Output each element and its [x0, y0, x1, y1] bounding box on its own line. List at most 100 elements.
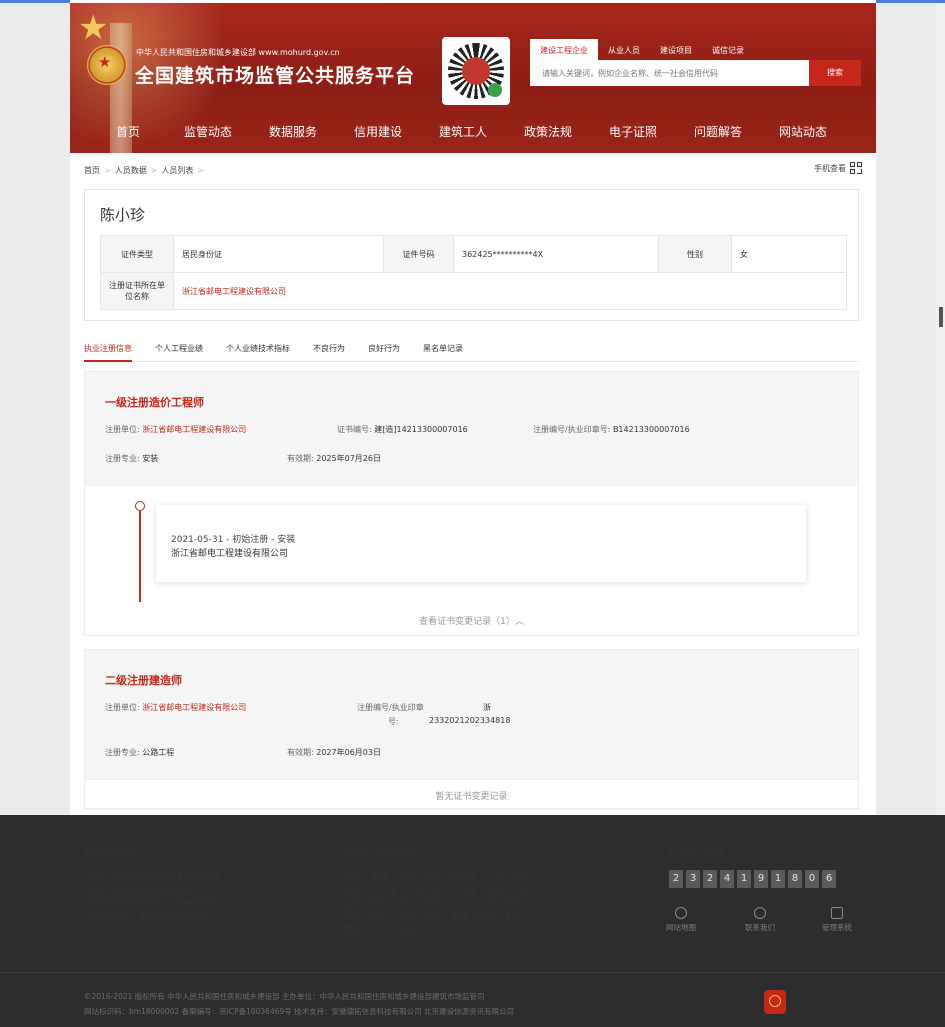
scrollbar[interactable]: [936, 3, 945, 815]
tab-registration[interactable]: 执业注册信息: [84, 343, 132, 362]
site-title[interactable]: 全国建筑市场监管公共服务平台: [135, 61, 415, 88]
footer-provinces-title: 各省级一体化平台: [343, 849, 416, 859]
counter-digit: 2: [669, 870, 683, 888]
counter-digit: 3: [686, 870, 700, 888]
nav-workers[interactable]: 建筑工人: [423, 123, 503, 140]
visit-counter: 2 3 2 4 1 9 1 8 0 6: [669, 870, 839, 888]
nav-faq[interactable]: 问题解答: [678, 123, 758, 140]
footer-link[interactable]: 住房和城乡建设部执业资格注册中心: [84, 896, 228, 909]
footer-link[interactable]: 中华人民共和国住房和城乡建设部: [84, 870, 228, 883]
id-type-value: 居民身份证: [173, 235, 384, 273]
tab-projects[interactable]: 个人工程业绩: [155, 343, 203, 361]
search-input[interactable]: [530, 60, 809, 86]
tab-good-behavior[interactable]: 良好行为: [368, 343, 400, 361]
province-line[interactable]: 北京 / 天津 / 河北 / 山西 / 内蒙古 / 辽宁 / 吉林: [343, 870, 531, 883]
admin-system-link[interactable]: 管理系统: [822, 907, 852, 933]
cert-valid: 有效期: 2027年06月03日: [287, 748, 381, 757]
footer-nav-title: 相关网站导航: [84, 849, 139, 859]
unit-link[interactable]: 浙江省邮电工程建设有限公司: [173, 272, 847, 310]
cert-major: 注册专业: 安装: [105, 454, 159, 463]
counter-digit: 1: [771, 870, 785, 888]
mobile-view-link[interactable]: 手机查看: [814, 162, 862, 174]
counter-digit: 9: [754, 870, 768, 888]
timeline-dot: [135, 501, 145, 511]
province-line[interactable]: 重庆 / 四川 / 贵州 / 云南 / 西藏 / 陕西 / 甘肃: [343, 909, 531, 922]
timeline-card: 2021-05-31 - 初始注册 - 安装 浙江省邮电工程建设有限公司: [156, 505, 806, 582]
nav-supervision[interactable]: 监管动态: [168, 123, 248, 140]
national-emblem-logo[interactable]: ★: [87, 45, 127, 85]
cert-block-cost-engineer: 一级注册造价工程师 注册单位: 浙江省邮电工程建设有限公司 证书编号: 建[造]…: [84, 371, 859, 636]
nav-policy[interactable]: 政策法规: [508, 123, 588, 140]
breadcrumb-home[interactable]: 首页: [84, 166, 100, 175]
timeline-line: [139, 511, 141, 602]
footer-visits-title: 网站访问数量: [669, 849, 724, 859]
table-row: 注册证书所在单位名称 浙江省邮电工程建设有限公司: [100, 272, 847, 310]
province-line[interactable]: 黑龙江 / 上海 / 江苏 / 浙江 / 安徽 / 福建 / 江西: [343, 883, 531, 896]
breadcrumb: 首页 > 人员数据 > 人员列表 >: [84, 166, 205, 175]
nav-e-license[interactable]: 电子证照: [593, 123, 673, 140]
cert-block-constructor: 二级注册建造师 注册单位: 浙江省邮电工程建设有限公司 注册编号/执业印章 号:…: [84, 649, 859, 809]
cert-reg-number: 注册编号/执业印章号: B14213300007016: [533, 425, 690, 434]
id-number-label: 证件号码: [383, 235, 454, 273]
province-line[interactable]: 青海 / 宁夏 / 新疆: [343, 922, 531, 935]
main-nav: 首页 监管动态 数据服务 信用建设 建筑工人 政策法规 电子证照 问题解答 网站…: [70, 123, 876, 140]
site-header: ★ ★ 中华人民共和国住房和城乡建设部 www.mohurd.gov.cn 全国…: [70, 3, 876, 153]
contact-link[interactable]: 联系我们: [745, 907, 775, 933]
footer-nav-links: 中华人民共和国住房和城乡建设部 国家工程建设标准化信息网 住房和城乡建设部执业资…: [84, 870, 228, 922]
cert-title: 一级注册造价工程师: [105, 396, 204, 409]
no-change-records: 暂无证书变更记录: [435, 792, 508, 802]
nav-credit[interactable]: 信用建设: [338, 123, 418, 140]
timeline-event: 2021-05-31 - 初始注册 - 安装: [171, 535, 296, 545]
id-type-label: 证件类型: [100, 235, 174, 273]
nav-home[interactable]: 首页: [98, 123, 158, 140]
cert-unit: 注册单位: 浙江省邮电工程建设有限公司: [105, 425, 247, 434]
view-change-records-button[interactable]: 查看证书变更记录（1）︿: [85, 614, 858, 627]
breadcrumb-person-data[interactable]: 人员数据: [115, 166, 147, 175]
counter-digit: 2: [703, 870, 717, 888]
app-qr-code: [442, 37, 510, 105]
counter-digit: 6: [822, 870, 836, 888]
search-tabs: 建设工程企业 从业人员 建设项目 诚信记录: [530, 39, 754, 61]
tab-tech-indicators[interactable]: 个人业绩技术指标: [226, 343, 290, 361]
mobile-view-label: 手机查看: [814, 163, 846, 173]
sitemap-link[interactable]: 网站地图: [666, 907, 696, 933]
province-line[interactable]: 山东 / 河南 / 湖北 / 湖南 / 广东 / 广西 / 海南: [343, 896, 531, 909]
icp-text: 网站标识码：bm18000002 备案编号：京ICP备10036469号 技术支…: [84, 1007, 515, 1016]
person-name: 陈小珍: [100, 206, 146, 224]
cert-reg-label: 注册编号/执业印章: [357, 703, 424, 712]
search-tab-projects[interactable]: 建设项目: [650, 39, 702, 61]
footer-link[interactable]: 国家工程建设标准化信息网: [84, 883, 228, 896]
tab-bad-behavior[interactable]: 不良行为: [313, 343, 345, 361]
tab-blacklist[interactable]: 黑名单记录: [423, 343, 463, 361]
search-tab-enterprise[interactable]: 建设工程企业: [530, 39, 598, 61]
nav-site-news[interactable]: 网站动态: [763, 123, 843, 140]
cert-valid: 有效期: 2025年07月26日: [287, 454, 381, 463]
search-tab-credit[interactable]: 诚信记录: [702, 39, 754, 61]
footer-link[interactable]: 全国建筑工人管理服务信息平台: [84, 909, 228, 922]
search-button[interactable]: 搜索: [809, 60, 861, 86]
gender-label: 性别: [658, 235, 732, 273]
table-row: 证件类型 居民身份证 证件号码 362425**********4X 性别 女: [100, 235, 847, 273]
breadcrumb-person-list[interactable]: 人员列表: [161, 166, 193, 175]
ministry-line[interactable]: 中华人民共和国住房和城乡建设部 www.mohurd.gov.cn: [136, 47, 340, 58]
search-tab-personnel[interactable]: 从业人员: [598, 39, 650, 61]
nav-data-service[interactable]: 数据服务: [253, 123, 333, 140]
gov-badge-logo[interactable]: [764, 990, 786, 1014]
star-icon: ★: [78, 8, 109, 48]
gender-value: 女: [731, 235, 847, 273]
copyright-text: ©2016-2021 版权所有 中华人民共和国住房和城乡建设部 主办单位：中华人…: [84, 992, 485, 1001]
footer-divider: [0, 972, 945, 973]
cert-unit-link[interactable]: 浙江省邮电工程建设有限公司: [142, 703, 246, 712]
search-box: [530, 60, 809, 86]
cert-unit-link[interactable]: 浙江省邮电工程建设有限公司: [142, 425, 246, 434]
info-tabs: 执业注册信息 个人工程业绩 个人业绩技术指标 不良行为 良好行为 黑名单记录: [84, 343, 859, 362]
person-info-table: 证件类型 居民身份证 证件号码 362425**********4X 性别 女 …: [100, 235, 847, 310]
qr-code-icon: [850, 162, 862, 174]
id-number-value: 362425**********4X: [453, 235, 659, 273]
cert-reg-prefix: 浙: [483, 703, 491, 712]
cert-unit: 注册单位: 浙江省邮电工程建设有限公司: [105, 703, 247, 712]
cert-major: 注册专业: 公路工程: [105, 748, 175, 757]
cert-number: 证书编号: 建[造]14213300007016: [337, 425, 468, 434]
footer-provinces: 北京 / 天津 / 河北 / 山西 / 内蒙古 / 辽宁 / 吉林 黑龙江 / …: [343, 870, 531, 935]
counter-digit: 8: [788, 870, 802, 888]
